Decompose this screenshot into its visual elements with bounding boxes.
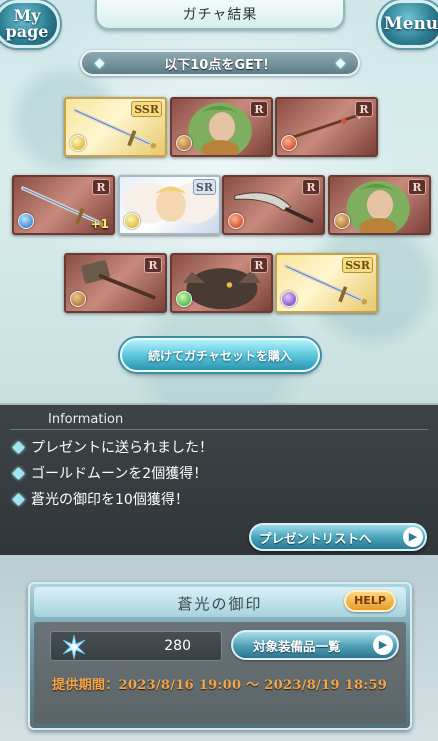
- gacha-result-card[interactable]: R +1: [12, 175, 115, 235]
- diamond-icon: [94, 58, 105, 69]
- info-line: プレゼントに送られました！: [12, 437, 213, 457]
- information-panel: Information プレゼントに送られました！ ゴールドムーンを2個獲得！ …: [0, 403, 438, 555]
- gacha-result-card[interactable]: SSR: [64, 97, 167, 157]
- present-list-button[interactable]: プレゼントリストへ ▶: [249, 523, 427, 551]
- diamond-bullet-icon: [12, 466, 25, 480]
- info-line: ゴールドムーンを2個獲得！: [12, 463, 208, 483]
- rarity-badge: R: [144, 257, 162, 273]
- dark-element-icon: [281, 291, 297, 307]
- water-element-icon: [18, 213, 34, 229]
- gacha-result-card[interactable]: R: [222, 175, 325, 235]
- wind-element-icon: [176, 291, 192, 307]
- gacha-result-card[interactable]: SR: [118, 175, 221, 235]
- get-banner: 以下10点をGET！: [80, 50, 360, 76]
- offer-period: 提供期間：2023/8/16 19:00 ～ 2023/8/19 18:59: [52, 678, 388, 693]
- fire-element-icon: [228, 213, 244, 229]
- fire-element-icon: [281, 135, 297, 151]
- arrow-right-icon: ▶: [403, 527, 423, 547]
- info-line: 蒼光の御印を10個獲得！: [12, 489, 189, 509]
- gacha-result-card[interactable]: SSR: [275, 253, 378, 313]
- gacha-result-card[interactable]: R: [64, 253, 167, 313]
- diamond-icon: [335, 58, 346, 69]
- get-banner-text: 以下10点をGET！: [164, 57, 276, 73]
- diamond-bullet-icon: [12, 440, 25, 454]
- menu-button[interactable]: Menu: [378, 0, 438, 48]
- seal-count-box: 280: [50, 631, 222, 661]
- buy-gacha-set-button[interactable]: 続けてガチャセットを購入: [120, 338, 320, 372]
- arrow-right-icon: ▶: [373, 635, 393, 655]
- target-equipment-list-button[interactable]: 対象装備品一覧 ▶: [231, 630, 399, 660]
- mypage-button[interactable]: My page: [0, 0, 60, 48]
- information-header: Information: [10, 412, 428, 430]
- gacha-result-card[interactable]: R: [328, 175, 431, 235]
- rarity-badge: R: [408, 179, 426, 195]
- page-title: ガチャ結果: [182, 7, 258, 23]
- seal-panel: 蒼光の御印 HELP 280 対象装備品一覧 ▶ 提供期間：2023/8/16 …: [28, 582, 412, 730]
- seal-count: 280: [164, 638, 191, 654]
- earth-element-icon: [70, 291, 86, 307]
- rarity-badge: R: [250, 257, 268, 273]
- seal-section: 蒼光の御印 HELP 280 対象装備品一覧 ▶ 提供期間：2023/8/16 …: [0, 555, 438, 741]
- present-list-label: プレゼントリストへ: [259, 530, 372, 546]
- info-line-text: 蒼光の御印を10個獲得！: [31, 492, 189, 508]
- plus-level-badge: +1: [90, 217, 109, 231]
- light-element-icon: [124, 213, 140, 229]
- rarity-badge: SSR: [131, 101, 162, 117]
- help-button[interactable]: HELP: [344, 590, 396, 612]
- gacha-result-card[interactable]: R: [275, 97, 378, 157]
- earth-element-icon: [334, 213, 350, 229]
- earth-element-icon: [176, 135, 192, 151]
- information-title: Information: [48, 412, 124, 427]
- seal-title-bar: 蒼光の御印 HELP: [34, 587, 406, 617]
- page-title-bar: ガチャ結果: [95, 0, 345, 30]
- blue-seal-icon: [62, 634, 86, 660]
- mypage-label-bottom: page: [5, 22, 49, 41]
- info-line-text: ゴールドムーンを2個獲得！: [31, 466, 208, 482]
- rarity-badge: SSR: [342, 257, 373, 273]
- rarity-badge: R: [250, 101, 268, 117]
- target-equipment-list-label: 対象装備品一覧: [253, 638, 341, 654]
- rarity-badge: SR: [192, 179, 216, 195]
- seal-body: 280 対象装備品一覧 ▶ 提供期間：2023/8/16 19:00 ～ 202…: [34, 622, 406, 724]
- light-element-icon: [70, 135, 86, 151]
- diamond-bullet-icon: [12, 492, 25, 506]
- gacha-result-card[interactable]: R: [170, 253, 273, 313]
- rarity-badge: R: [355, 101, 373, 117]
- info-line-text: プレゼントに送られました！: [31, 440, 213, 456]
- gacha-result-card[interactable]: R: [170, 97, 273, 157]
- buy-gacha-set-label: 続けてガチャセットを購入: [148, 348, 292, 363]
- rarity-badge: R: [92, 179, 110, 195]
- menu-label: Menu: [383, 14, 438, 34]
- rarity-badge: R: [302, 179, 320, 195]
